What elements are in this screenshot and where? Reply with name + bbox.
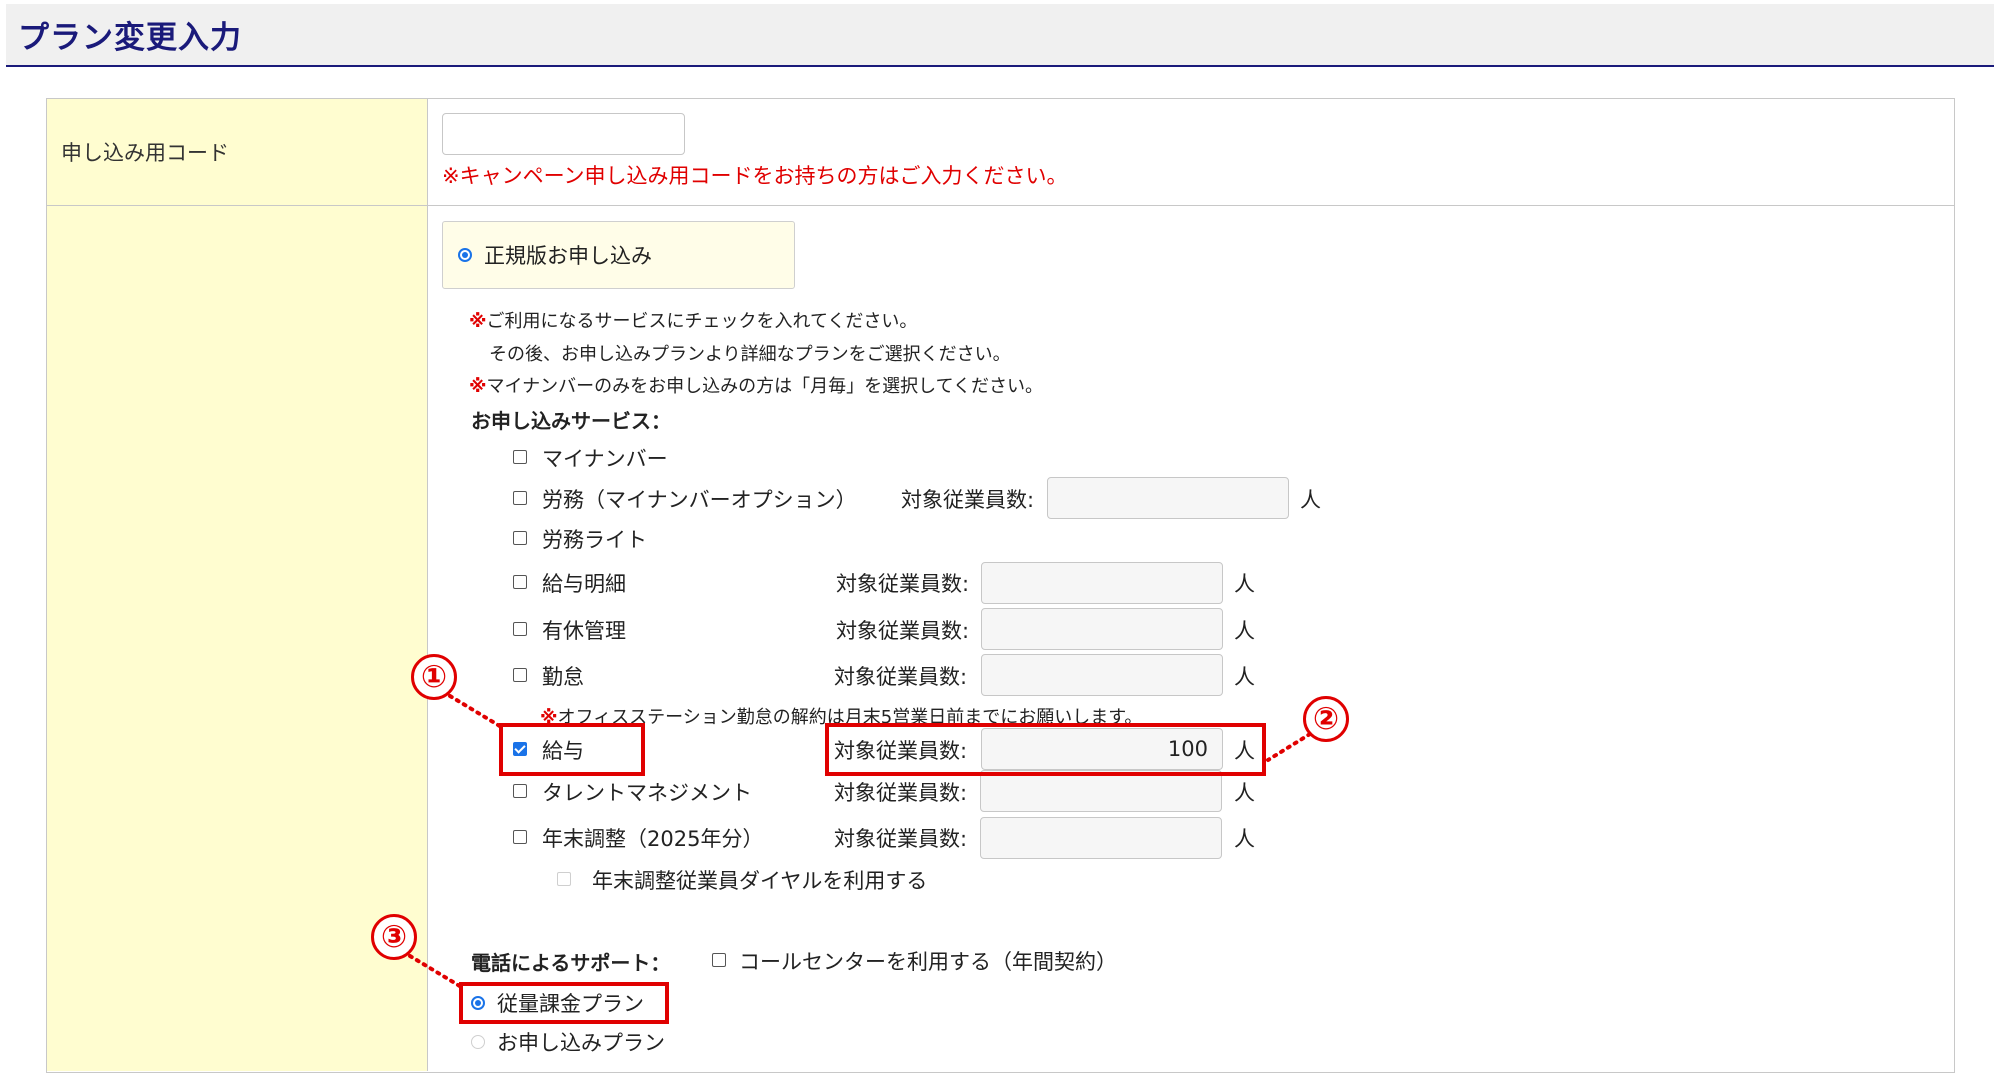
annotation-connectors [408,694,1312,990]
